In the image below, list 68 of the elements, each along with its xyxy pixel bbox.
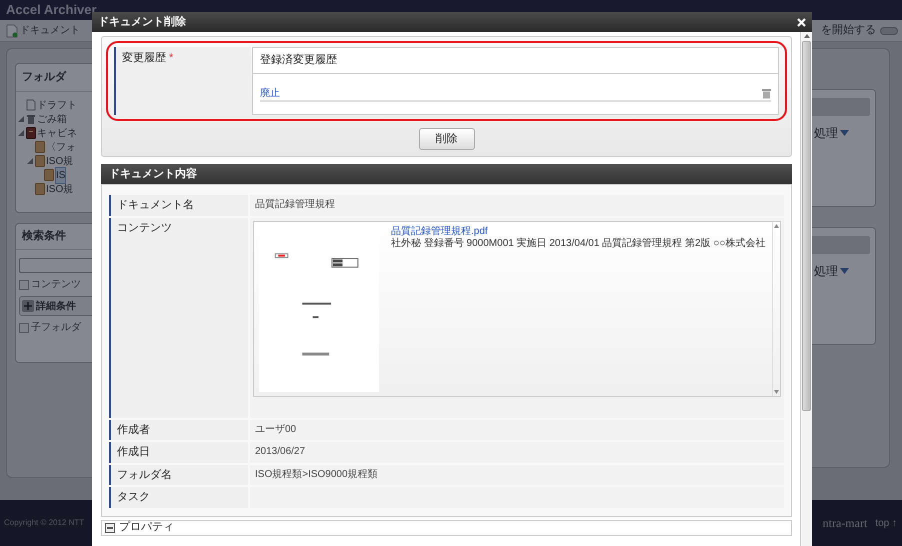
scroll-thumb[interactable]: [802, 41, 811, 411]
copyright-text: Copyright © 2012 NTT: [4, 517, 84, 529]
card-header: [812, 236, 870, 254]
document-plus-icon: [6, 24, 18, 38]
section-title: プロパティ: [119, 520, 174, 536]
properties-header[interactable]: プロパティ: [101, 520, 792, 536]
caret-icon: [840, 268, 849, 274]
scroll-down-icon: [774, 390, 779, 394]
table-heading: 登録済変更履歴: [260, 52, 337, 68]
folder-tree-item[interactable]: IS: [55, 166, 66, 184]
folder-tree-item[interactable]: 〈フォ: [46, 140, 76, 154]
field-label: フォルダ名: [109, 464, 248, 485]
dialog-title: ドキュメント削除: [98, 14, 186, 30]
folder-icon: [35, 141, 45, 153]
app-title: Accel Archiver: [6, 1, 97, 20]
toolbar-text: を開始する: [821, 23, 876, 38]
field-label: 作成者: [109, 420, 248, 440]
folder-icon: [44, 169, 54, 181]
file-description: 社外秘 登録番号 9000M001 実施日 2013/04/01 品質記録管理規程 第2版 ○○株式会社: [391, 238, 766, 250]
checkbox-label: コンテンツ: [31, 278, 81, 292]
field-label: タスク: [109, 487, 248, 508]
panel-title: フォルダ: [22, 70, 66, 86]
scroll-up-icon: [804, 34, 810, 38]
folder-tree-item[interactable]: ドラフト: [37, 98, 77, 112]
field-label: ドキュメント名: [109, 195, 248, 216]
field-label: 変更履歴 *: [114, 47, 251, 115]
folder-tree-item[interactable]: ISO規: [46, 154, 74, 168]
expanded-arrow-icon: [18, 116, 24, 122]
process-menu[interactable]: 処理: [812, 262, 849, 280]
folder-icon: [35, 155, 45, 167]
checkbox[interactable]: [19, 322, 29, 332]
required-mark: *: [169, 52, 174, 64]
trash-icon: [26, 113, 36, 125]
field-label: コンテンツ: [109, 218, 248, 418]
document-icon: [26, 99, 36, 111]
details-button[interactable]: 詳細条件: [19, 296, 92, 316]
caret-icon: [840, 130, 849, 136]
delete-button[interactable]: 削除: [418, 128, 474, 150]
field-value: ISO規程類>ISO9000規程類: [250, 464, 784, 485]
footer-logo: ntra-mart: [822, 515, 868, 532]
folder-tree-item[interactable]: ごみ箱: [37, 112, 67, 126]
folder-icon: [35, 183, 45, 195]
history-link[interactable]: 廃止: [260, 86, 280, 100]
field-value: 品質記録管理規程: [250, 195, 784, 216]
field-value: ユーザ00: [250, 420, 784, 440]
expanded-arrow-icon: [27, 158, 33, 164]
top-link[interactable]: top ↑: [875, 516, 897, 530]
file-link[interactable]: 品質記録管理規程.pdf: [391, 226, 772, 238]
cabinet-icon: [26, 127, 36, 139]
scrollbar[interactable]: [772, 222, 780, 396]
checkbox[interactable]: [19, 280, 29, 290]
panel-title: 検索条件: [22, 228, 66, 244]
toggle-switch[interactable]: [880, 26, 898, 34]
scrollbar[interactable]: [800, 32, 812, 546]
field-label: 作成日: [109, 442, 248, 462]
section-title: ドキュメント内容: [109, 166, 197, 182]
card-header: [812, 98, 870, 116]
trash-icon: [762, 88, 771, 98]
new-document-button[interactable]: ドキュメント: [4, 23, 82, 38]
expanded-arrow-icon: [18, 130, 24, 136]
process-menu[interactable]: 処理: [812, 124, 849, 142]
close-icon: [797, 18, 806, 26]
folder-tree-item[interactable]: ISO規: [46, 182, 74, 196]
plus-icon: [22, 300, 34, 312]
checkbox-label: 子フォルダ: [31, 321, 81, 335]
field-value: 2013/06/27: [250, 442, 784, 462]
folder-tree-item[interactable]: キャビネ: [37, 126, 77, 140]
scroll-up-icon: [774, 224, 779, 228]
